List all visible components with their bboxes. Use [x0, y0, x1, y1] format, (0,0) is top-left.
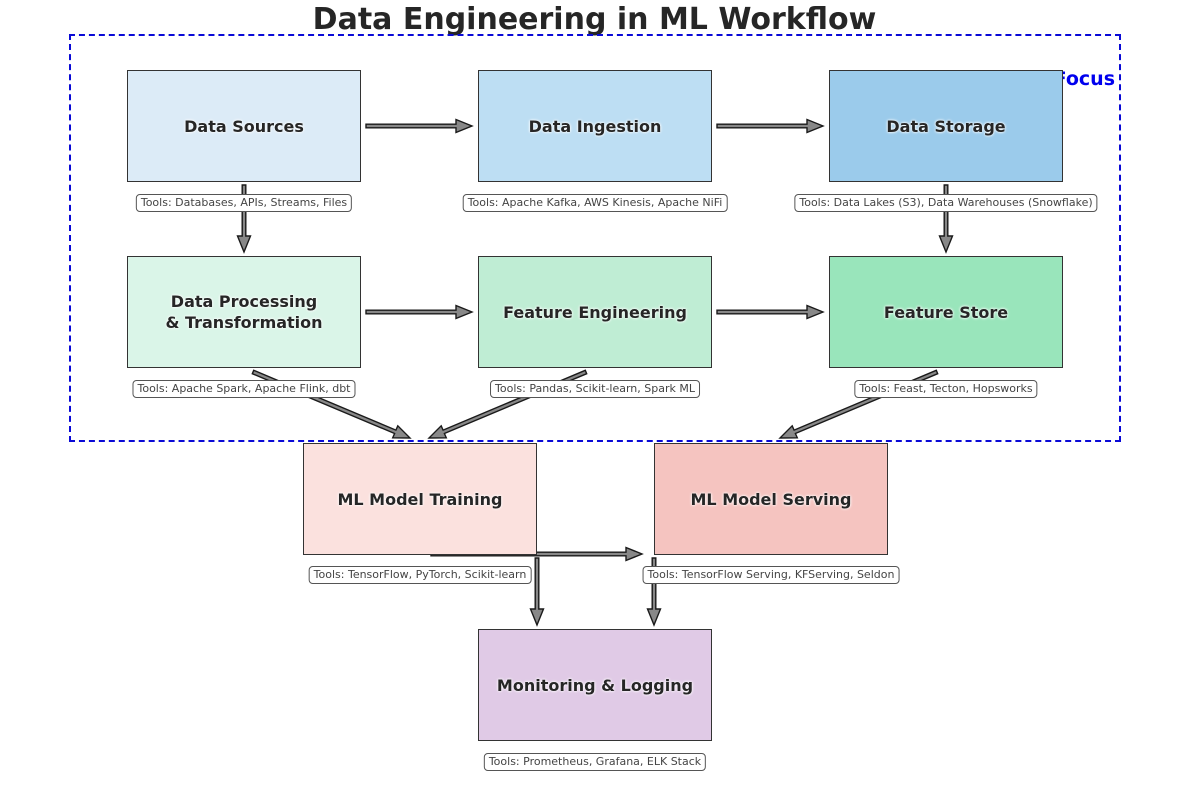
- node-label: Data Storage: [886, 116, 1006, 136]
- node-ml-training: ML Model Training: [303, 443, 537, 555]
- node-label: Feature Engineering: [503, 302, 687, 322]
- diagram-title: Data Engineering in ML Workflow: [312, 2, 877, 37]
- node-label: ML Model Training: [337, 489, 503, 509]
- tools-caption: Tools: Data Lakes (S3), Data Warehouses …: [794, 194, 1098, 212]
- node-data-processing: Data Processing & Transformation: [127, 256, 361, 368]
- node-feature-store: Feature Store: [829, 256, 1063, 368]
- node-label: ML Model Serving: [690, 489, 852, 509]
- tools-caption: Tools: Pandas, Scikit-learn, Spark ML: [490, 380, 700, 398]
- tools-caption: Tools: Apache Spark, Apache Flink, dbt: [132, 380, 356, 398]
- tools-caption: Tools: Apache Kafka, AWS Kinesis, Apache…: [462, 194, 728, 212]
- node-data-sources: Data Sources: [127, 70, 361, 182]
- node-feature-engineering: Feature Engineering: [478, 256, 712, 368]
- arrow-ml-training-to-monitoring: [529, 557, 545, 627]
- node-monitoring: Monitoring & Logging: [478, 629, 712, 741]
- node-label: Data Ingestion: [528, 116, 662, 136]
- tools-caption: Tools: Feast, Tecton, Hopsworks: [854, 380, 1038, 398]
- tools-caption: Tools: Databases, APIs, Streams, Files: [135, 194, 353, 212]
- tools-caption: Tools: TensorFlow Serving, KFServing, Se…: [642, 566, 900, 584]
- node-data-storage: Data Storage: [829, 70, 1063, 182]
- node-ml-serving: ML Model Serving: [654, 443, 888, 555]
- tools-caption: Tools: Prometheus, Grafana, ELK Stack: [483, 753, 707, 771]
- node-data-ingestion: Data Ingestion: [478, 70, 712, 182]
- node-label: Feature Store: [883, 302, 1009, 322]
- node-label: Data Processing & Transformation: [165, 292, 323, 332]
- node-label: Monitoring & Logging: [496, 675, 694, 695]
- tools-caption: Tools: TensorFlow, PyTorch, Scikit-learn: [308, 566, 532, 584]
- node-label: Data Sources: [184, 116, 304, 136]
